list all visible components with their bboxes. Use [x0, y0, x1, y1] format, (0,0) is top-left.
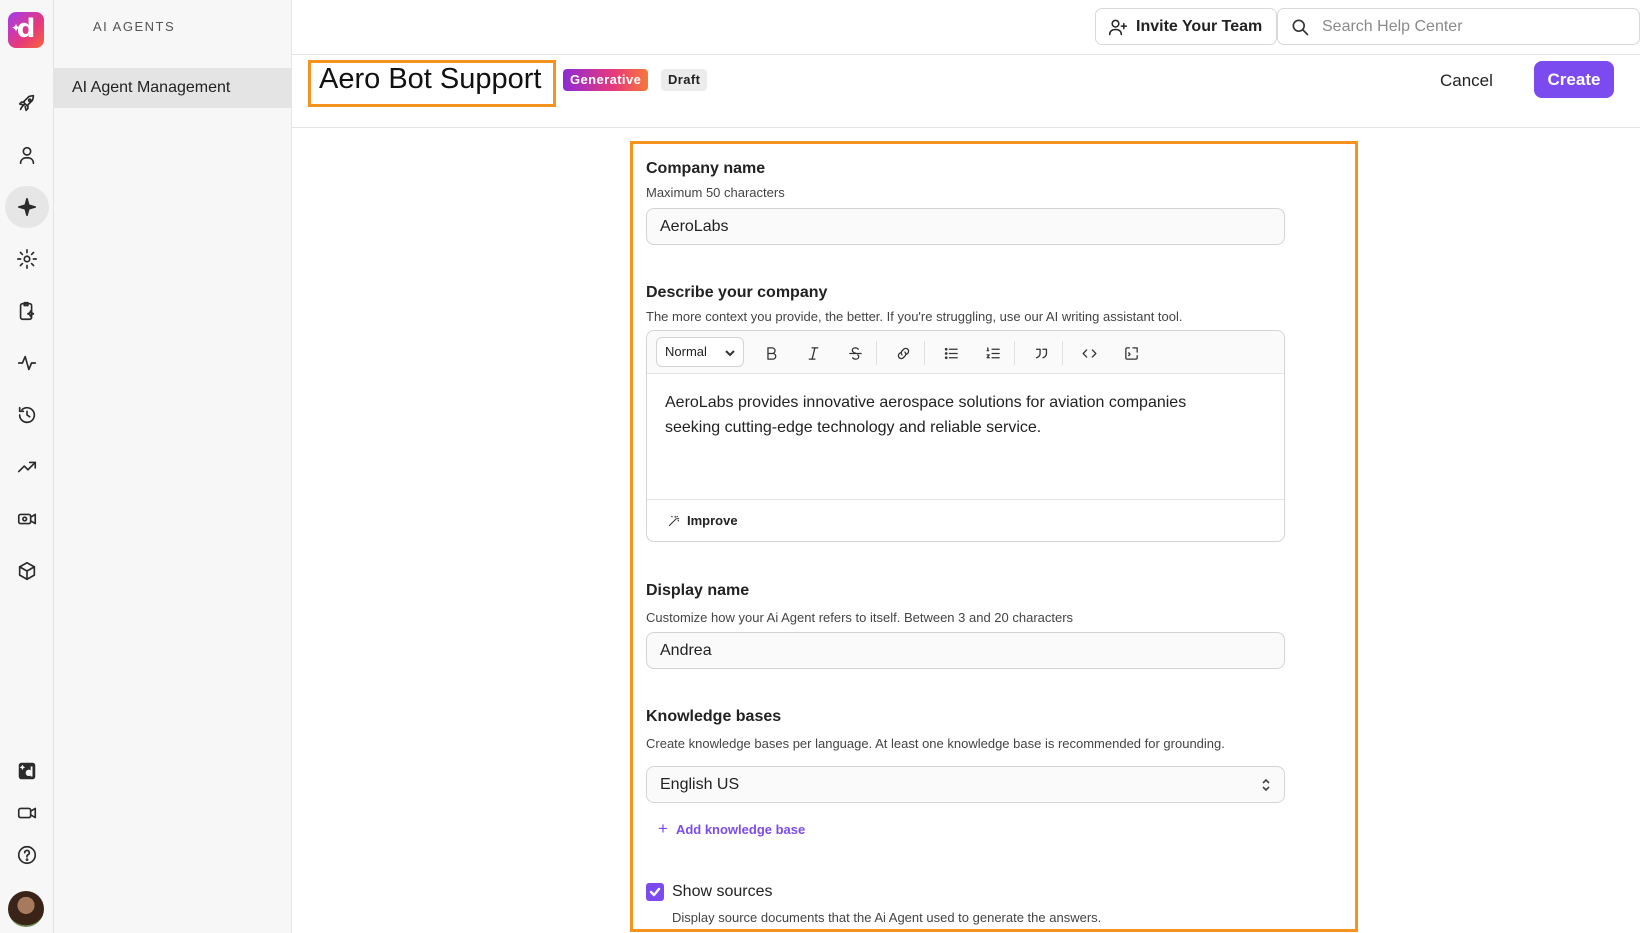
app-logo[interactable]: ✦ d: [8, 12, 44, 48]
d-app-icon[interactable]: [5, 750, 49, 792]
toolbar-divider: [924, 341, 925, 365]
draft-badge: Draft: [661, 69, 708, 91]
text-format-value: Normal: [665, 344, 707, 359]
nav-section-label: AI AGENTS: [93, 19, 176, 34]
code-icon[interactable]: [1078, 342, 1100, 364]
help-icon[interactable]: [5, 834, 49, 876]
video-icon[interactable]: [5, 792, 49, 834]
display-name-hint: Customize how your Ai Agent refers to it…: [646, 610, 1074, 625]
rocket-icon[interactable]: [5, 82, 49, 124]
ai-sparkle-icon[interactable]: [5, 186, 49, 228]
cube-icon[interactable]: [5, 550, 49, 592]
sub-navigation: AI AGENTS AI Agent Management: [54, 0, 292, 933]
top-bar: Invite Your Team: [292, 0, 1640, 55]
improve-label: Improve: [687, 513, 738, 528]
chevron-down-icon: [725, 350, 735, 357]
search-icon: [1292, 19, 1309, 35]
display-name-input[interactable]: Andrea: [646, 632, 1285, 669]
italic-icon[interactable]: [802, 342, 824, 364]
toolbar-divider: [876, 341, 877, 365]
toolbar-divider: [1062, 341, 1063, 365]
search-input[interactable]: [1322, 17, 1622, 36]
search-box[interactable]: [1277, 8, 1640, 45]
display-name-label: Display name: [646, 582, 750, 599]
page-header: Aero Bot Support Generative Draft Cancel…: [292, 55, 1640, 128]
add-user-icon: [1108, 19, 1128, 35]
magic-wand-icon: [668, 515, 680, 526]
describe-company-label: Describe your company: [646, 284, 828, 301]
toolbar-divider: [1014, 341, 1015, 365]
bullet-list-icon[interactable]: [940, 342, 962, 364]
nav-item-ai-agent-management[interactable]: AI Agent Management: [54, 68, 291, 108]
show-sources-checkbox[interactable]: [646, 883, 664, 901]
quote-icon[interactable]: [1030, 342, 1052, 364]
user-icon[interactable]: [5, 134, 49, 176]
generative-badge: Generative: [563, 69, 649, 91]
strikethrough-icon[interactable]: [844, 342, 866, 364]
cancel-button[interactable]: Cancel: [1440, 63, 1493, 99]
plus-icon: +: [658, 819, 668, 838]
show-sources-hint: Display source documents that the Ai Age…: [672, 910, 1102, 925]
company-description-text[interactable]: AeroLabs provides innovative aerospace s…: [665, 390, 1245, 440]
knowledge-base-select[interactable]: English US: [646, 766, 1285, 803]
icon-rail: ✦ d: [0, 0, 54, 933]
show-sources-label[interactable]: Show sources: [672, 883, 773, 901]
invite-team-button[interactable]: Invite Your Team: [1095, 8, 1277, 45]
code-block-icon[interactable]: [1120, 342, 1142, 364]
text-format-select[interactable]: Normal: [656, 337, 744, 367]
knowledge-bases-label: Knowledge bases: [646, 708, 782, 725]
bold-icon[interactable]: [760, 342, 782, 364]
trend-up-icon[interactable]: [5, 446, 49, 488]
rich-text-editor: Normal AeroLabs provides innovative aero…: [646, 330, 1285, 542]
link-icon[interactable]: [892, 342, 914, 364]
describe-company-hint: The more context you provide, the better…: [646, 309, 1183, 324]
knowledge-bases-hint: Create knowledge bases per language. At …: [646, 736, 1225, 751]
invite-team-label: Invite Your Team: [1136, 17, 1263, 35]
gear-icon[interactable]: [5, 238, 49, 280]
editor-footer: Improve: [647, 499, 1284, 542]
page-title: Aero Bot Support: [319, 63, 542, 95]
improve-button[interactable]: Improve: [667, 513, 738, 528]
activity-icon[interactable]: [5, 342, 49, 384]
knowledge-base-selected: English US: [660, 776, 740, 793]
avatar[interactable]: [8, 891, 44, 927]
numbered-list-icon[interactable]: [982, 342, 1004, 364]
company-name-input[interactable]: AeroLabs: [646, 208, 1285, 245]
clipboard-sparkle-icon[interactable]: [5, 290, 49, 332]
editor-toolbar: Normal: [647, 331, 1284, 374]
history-icon[interactable]: [5, 394, 49, 436]
add-knowledge-base-label: Add knowledge base: [675, 821, 806, 837]
company-name-hint: Maximum 50 characters: [646, 185, 785, 200]
add-knowledge-base-button[interactable]: + Add knowledge base: [658, 819, 805, 839]
company-name-label: Company name: [646, 160, 766, 177]
chevron-up-down-icon: [1262, 778, 1270, 792]
check-icon: [649, 887, 661, 897]
video-settings-icon[interactable]: [5, 498, 49, 540]
create-button[interactable]: Create: [1534, 61, 1614, 98]
